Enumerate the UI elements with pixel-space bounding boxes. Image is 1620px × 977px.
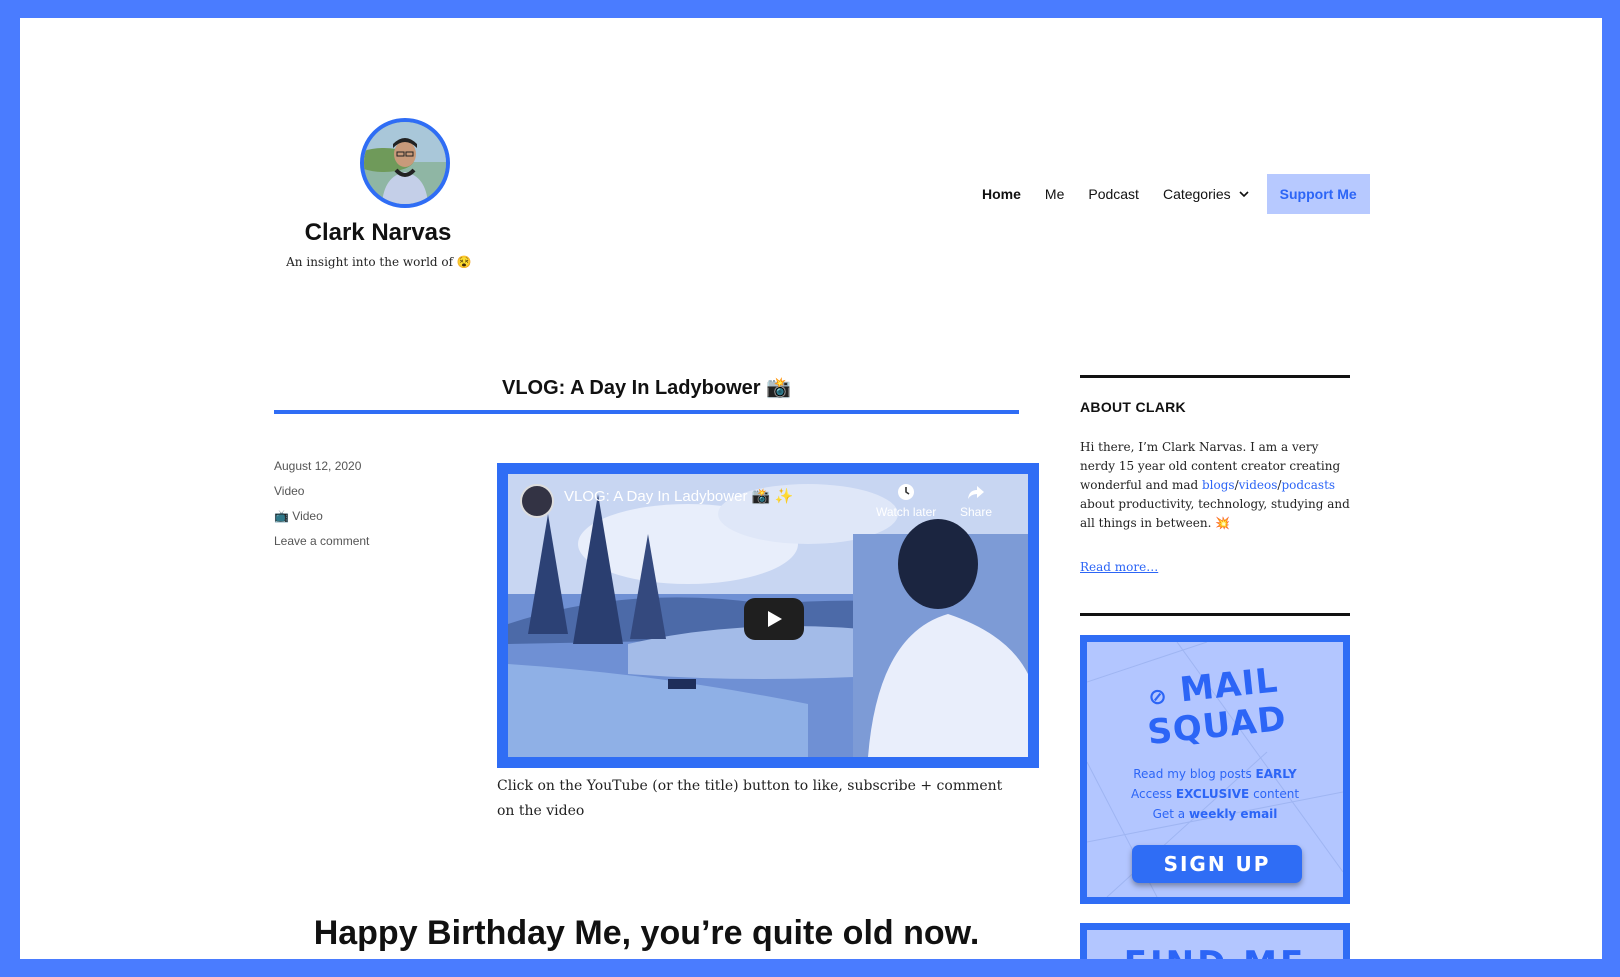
watch-later-button[interactable]: Watch later bbox=[876, 482, 936, 519]
about-text: Hi there, I’m Clark Narvas. I am a very … bbox=[1080, 440, 1350, 530]
channel-avatar[interactable] bbox=[520, 484, 554, 518]
post-body: Click on the YouTube (or the title) butt… bbox=[497, 778, 1003, 819]
site-title[interactable]: Clark Narvas bbox=[286, 219, 470, 247]
benefit-3: Get a bbox=[1152, 807, 1189, 821]
benefit-1: Read my blog posts bbox=[1133, 767, 1256, 781]
post-title-divider bbox=[274, 410, 1019, 414]
mail-squad-inner: ⊘ MAIL SQUAD Read my blog posts EARLY Ac… bbox=[1087, 642, 1343, 897]
nav-item-categories-label: Categories bbox=[1162, 186, 1231, 202]
benefit-2-end: content bbox=[1249, 787, 1300, 801]
benefit-1-bold: EARLY bbox=[1255, 767, 1297, 781]
site-description: An insight into the world of 😵 bbox=[286, 255, 472, 269]
videos-link[interactable]: videos bbox=[1239, 478, 1278, 492]
play-button[interactable] bbox=[744, 598, 804, 640]
main-nav: Home Me Podcast Categories Support Me bbox=[970, 174, 1370, 214]
find-me-inner: FIND ME bbox=[1087, 930, 1343, 959]
video-embed[interactable]: VLOG: A Day In Ladybower 📸 ✨ Watch later… bbox=[497, 463, 1039, 768]
nav-item-home[interactable]: Home bbox=[970, 174, 1033, 214]
about-text-outro: about productivity, technology, studying… bbox=[1080, 497, 1350, 530]
podcasts-link[interactable]: podcasts bbox=[1281, 478, 1335, 492]
nav-item-me[interactable]: Me bbox=[1033, 174, 1076, 214]
clock-icon bbox=[898, 484, 915, 500]
benefit-2: Access bbox=[1130, 787, 1176, 801]
share-button[interactable]: Share bbox=[960, 482, 992, 519]
post-format[interactable]: Video bbox=[274, 479, 369, 504]
post-date[interactable]: August 12, 2020 bbox=[274, 454, 369, 479]
video-thumbnail[interactable]: VLOG: A Day In Ladybower 📸 ✨ Watch later… bbox=[508, 474, 1028, 757]
find-me-title: FIND ME bbox=[1087, 944, 1343, 959]
post-category[interactable]: 📺 Video bbox=[274, 504, 369, 529]
benefit-2-bold: EXCLUSIVE bbox=[1175, 787, 1250, 801]
newsletter-icon: ⊘ bbox=[1147, 683, 1170, 711]
sidebar-divider bbox=[1080, 613, 1350, 616]
find-me-banner[interactable]: FIND ME bbox=[1080, 923, 1350, 959]
chevron-down-icon bbox=[1239, 191, 1249, 198]
leave-comment-link[interactable]: Leave a comment bbox=[274, 529, 369, 554]
post-meta: August 12, 2020 Video 📺 Video Leave a co… bbox=[274, 454, 369, 554]
next-post-title[interactable]: Happy Birthday Me, you’re quite old now. bbox=[274, 914, 1019, 953]
page-frame: Clark Narvas An insight into the world o… bbox=[20, 18, 1602, 959]
play-icon bbox=[768, 611, 782, 627]
share-icon bbox=[968, 486, 985, 499]
blogs-link[interactable]: blogs bbox=[1202, 478, 1235, 492]
avatar[interactable] bbox=[360, 118, 450, 208]
nav-item-podcast[interactable]: Podcast bbox=[1076, 174, 1151, 214]
video-title[interactable]: VLOG: A Day In Ladybower 📸 ✨ bbox=[564, 487, 793, 505]
benefit-3-bold: weekly email bbox=[1188, 807, 1278, 821]
mail-squad-banner[interactable]: ⊘ MAIL SQUAD Read my blog posts EARLY Ac… bbox=[1080, 635, 1350, 904]
sign-up-button[interactable]: SIGN UP bbox=[1132, 845, 1302, 883]
read-more-link[interactable]: Read more… bbox=[1080, 560, 1158, 574]
nav-item-categories[interactable]: Categories bbox=[1151, 174, 1261, 214]
about-widget-title: ABOUT CLARK bbox=[1080, 399, 1186, 415]
sidebar-divider bbox=[1080, 375, 1350, 378]
site-logo[interactable] bbox=[315, 118, 495, 208]
share-label: Share bbox=[960, 505, 993, 519]
mail-squad-benefits: Read my blog posts EARLY Access EXCLUSIV… bbox=[1087, 764, 1343, 824]
watch-later-label: Watch later bbox=[876, 505, 937, 519]
post-title[interactable]: VLOG: A Day In Ladybower 📸 bbox=[274, 375, 1019, 400]
support-me-button[interactable]: Support Me bbox=[1266, 174, 1370, 214]
